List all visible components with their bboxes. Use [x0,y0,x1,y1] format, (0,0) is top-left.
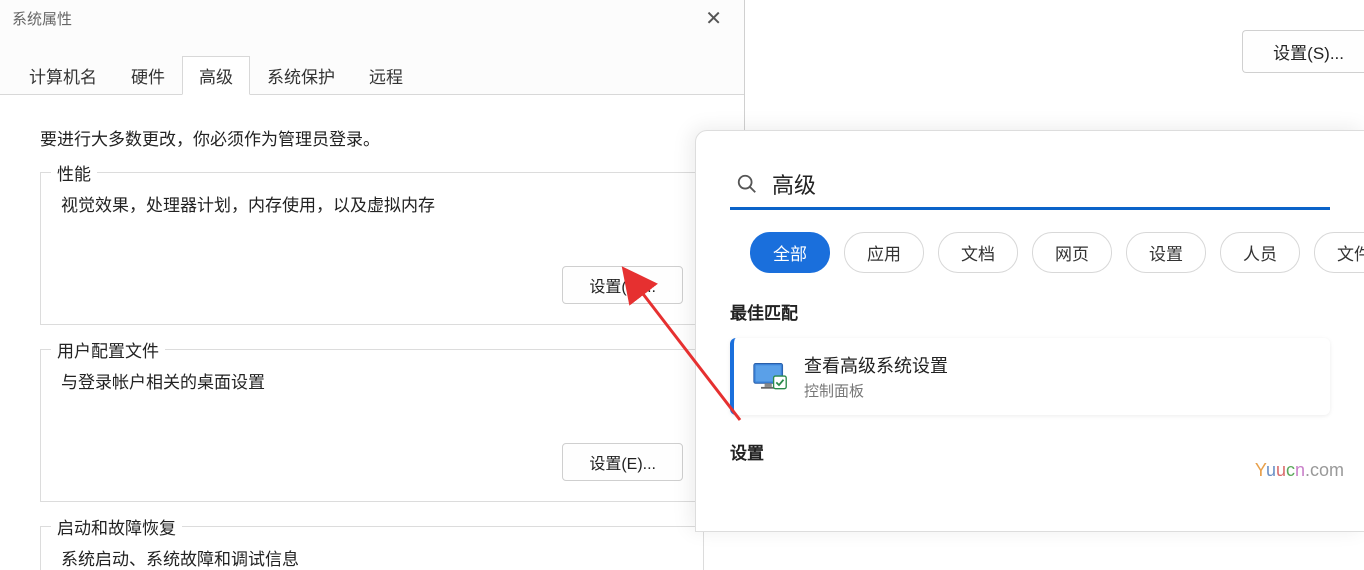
system-properties-dialog: 系统属性 ✕ 计算机名 硬件 高级 系统保护 远程 要进行大多数更改，你必须作为… [0,0,745,531]
filter-all[interactable]: 全部 [750,232,830,273]
filter-settings[interactable]: 设置 [1126,232,1206,273]
admin-note: 要进行大多数更改，你必须作为管理员登录。 [40,125,704,150]
close-icon[interactable]: ✕ [695,4,732,33]
tab-hardware[interactable]: 硬件 [114,56,182,95]
group-user-profile-desc: 与登录帐户相关的桌面设置 [61,368,683,393]
dialog-titlebar: 系统属性 ✕ [0,0,744,37]
top-settings-button[interactable]: 设置(S)... [1242,30,1364,73]
group-user-profile-title: 用户配置文件 [51,337,165,362]
dialog-tabs: 计算机名 硬件 高级 系统保护 远程 [0,55,744,95]
watermark: Yuucn.com [1255,460,1344,481]
filter-documents[interactable]: 文档 [938,232,1018,273]
group-performance-desc: 视觉效果，处理器计划，内存使用，以及虚拟内存 [61,191,683,216]
dialog-title: 系统属性 [12,8,72,29]
group-startup-recovery: 启动和故障恢复 系统启动、系统故障和调试信息 [40,526,704,570]
result-subtitle: 控制面板 [804,380,948,401]
performance-settings-button[interactable]: 设置(S)... [562,266,683,304]
filter-people[interactable]: 人员 [1220,232,1300,273]
filter-folders[interactable]: 文件夹 [1314,232,1364,273]
group-performance: 性能 视觉效果，处理器计划，内存使用，以及虚拟内存 设置(S)... [40,172,704,325]
filter-apps[interactable]: 应用 [844,232,924,273]
best-match-header: 最佳匹配 [696,291,1364,338]
group-performance-title: 性能 [51,160,97,185]
group-startup-recovery-title: 启动和故障恢复 [51,514,182,539]
search-input[interactable] [772,171,1324,197]
search-box[interactable] [730,161,1330,210]
tab-computer-name[interactable]: 计算机名 [12,56,114,95]
user-profile-settings-button[interactable]: 设置(E)... [562,443,683,481]
tab-system-protection[interactable]: 系统保护 [250,56,352,95]
tab-advanced[interactable]: 高级 [182,56,250,95]
result-title: 查看高级系统设置 [804,352,948,378]
search-filters: 全部 应用 文档 网页 设置 人员 文件夹 [696,210,1364,291]
group-user-profile: 用户配置文件 与登录帐户相关的桌面设置 设置(E)... [40,349,704,502]
result-text: 查看高级系统设置 控制面板 [804,352,948,401]
group-startup-recovery-desc: 系统启动、系统故障和调试信息 [61,545,683,570]
search-result-item[interactable]: 查看高级系统设置 控制面板 [730,338,1330,415]
tab-remote[interactable]: 远程 [352,56,420,95]
filter-web[interactable]: 网页 [1032,232,1112,273]
search-icon [736,173,758,195]
settings-section-header: 设置 [696,415,1364,464]
monitor-icon [752,361,788,393]
dialog-content: 要进行大多数更改，你必须作为管理员登录。 性能 视觉效果，处理器计划，内存使用，… [0,95,744,570]
